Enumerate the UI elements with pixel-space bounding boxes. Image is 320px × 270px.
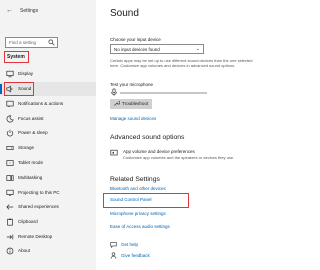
display-icon xyxy=(6,70,14,78)
projecting-icon xyxy=(6,189,14,196)
app-volume-icon[interactable] xyxy=(110,149,118,157)
category-label: System xyxy=(7,54,25,60)
category-system: System xyxy=(4,51,29,63)
sidebar-item-label: Tablet mode xyxy=(18,160,44,165)
back-arrow-icon[interactable]: ← xyxy=(6,6,13,16)
title-bar: ← Settings xyxy=(0,6,96,16)
shared-icon xyxy=(6,204,14,210)
search-icon xyxy=(48,39,55,46)
sidebar-item-label: Display xyxy=(18,71,34,76)
wrench-icon xyxy=(114,101,120,106)
input-device-label: Choose your input device xyxy=(110,37,161,42)
sidebar-item-label: Multitasking xyxy=(18,175,43,180)
remote-desktop-icon xyxy=(6,234,14,240)
sidebar-item-label: Clipboard xyxy=(18,219,38,224)
tablet-icon xyxy=(6,160,14,166)
power-icon xyxy=(6,129,14,137)
page-title: Sound xyxy=(110,8,139,19)
sidebar-item-label: Notifications & actions xyxy=(18,101,64,106)
notifications-icon xyxy=(6,100,14,108)
sidebar-item-storage[interactable]: Storage xyxy=(0,141,96,155)
info-icon xyxy=(6,247,14,255)
sidebar: ← Settings Find a setting System Display xyxy=(0,0,96,270)
input-device-value: No input devices found xyxy=(114,47,160,52)
sidebar-item-label: Focus assist xyxy=(18,116,44,121)
window-title: Settings xyxy=(20,8,39,14)
sound-control-panel-highlight-box xyxy=(103,193,189,208)
sidebar-item-power-sleep[interactable]: Power & sleep xyxy=(0,126,96,140)
sidebar-item-projecting[interactable]: Projecting to this PC xyxy=(0,186,96,200)
ease-of-access-audio-link[interactable]: Ease of Access audio settings xyxy=(110,224,170,230)
help-icon xyxy=(110,242,117,248)
selection-indicator xyxy=(0,84,2,94)
multitasking-icon xyxy=(6,175,14,181)
search-input[interactable]: Find a setting xyxy=(5,37,58,48)
sidebar-item-about[interactable]: About xyxy=(0,244,96,258)
microphone-privacy-link[interactable]: Microphone privacy settings xyxy=(110,211,166,217)
sidebar-item-label: Power & sleep xyxy=(18,130,48,135)
microphone-icon xyxy=(111,88,117,96)
sidebar-item-notifications[interactable]: Notifications & actions xyxy=(0,97,96,111)
sidebar-item-label: Shared experiences xyxy=(18,204,59,209)
clipboard-icon xyxy=(7,218,13,226)
sidebar-item-tablet-mode[interactable]: Tablet mode xyxy=(0,156,96,170)
settings-window: ← Settings Find a setting System Display xyxy=(0,0,300,270)
feedback-icon xyxy=(110,252,117,259)
moon-icon xyxy=(6,115,14,123)
get-help-link[interactable]: Get help xyxy=(121,242,138,248)
bluetooth-devices-link[interactable]: Bluetooth and other devices xyxy=(110,186,166,192)
troubleshoot-label: Troubleshoot xyxy=(122,101,149,106)
storage-icon xyxy=(6,146,14,150)
sidebar-item-label: Storage xyxy=(18,145,35,150)
sidebar-item-label: About xyxy=(18,248,31,253)
advanced-heading: Advanced sound options xyxy=(110,134,185,141)
sidebar-item-multitasking[interactable]: Multitasking xyxy=(0,171,96,185)
sidebar-item-clipboard[interactable]: Clipboard xyxy=(0,215,96,229)
give-feedback-link[interactable]: Give feedback xyxy=(121,253,150,259)
sidebar-item-focus-assist[interactable]: Focus assist xyxy=(0,112,96,126)
troubleshoot-button[interactable]: Troubleshoot xyxy=(110,99,152,109)
input-device-note: Certain apps may be set up to use differ… xyxy=(110,58,253,69)
app-volume-desc: Customize app volumes and the speakers o… xyxy=(123,155,235,160)
input-device-select[interactable]: No input devices found ⌄ xyxy=(110,44,204,54)
manage-sound-devices-link[interactable]: Manage sound devices xyxy=(110,116,156,122)
chevron-down-icon: ⌄ xyxy=(195,46,200,52)
related-heading: Related Settings xyxy=(110,176,160,183)
search-placeholder: Find a setting xyxy=(9,40,37,45)
sidebar-item-remote-desktop[interactable]: Remote Desktop xyxy=(0,230,96,244)
get-help-row[interactable]: Get help xyxy=(110,240,210,250)
sidebar-item-label: Projecting to this PC xyxy=(18,190,60,195)
main-content: Sound Choose your input device No input … xyxy=(96,0,300,270)
mic-level-meter xyxy=(120,92,207,94)
sidebar-item-display[interactable]: Display xyxy=(0,67,96,81)
give-feedback-row[interactable]: Give feedback xyxy=(110,251,210,261)
sidebar-item-label: Remote Desktop xyxy=(18,234,53,239)
sound-highlight-box xyxy=(4,82,34,96)
sidebar-item-shared-experiences[interactable]: Shared experiences xyxy=(0,200,96,214)
